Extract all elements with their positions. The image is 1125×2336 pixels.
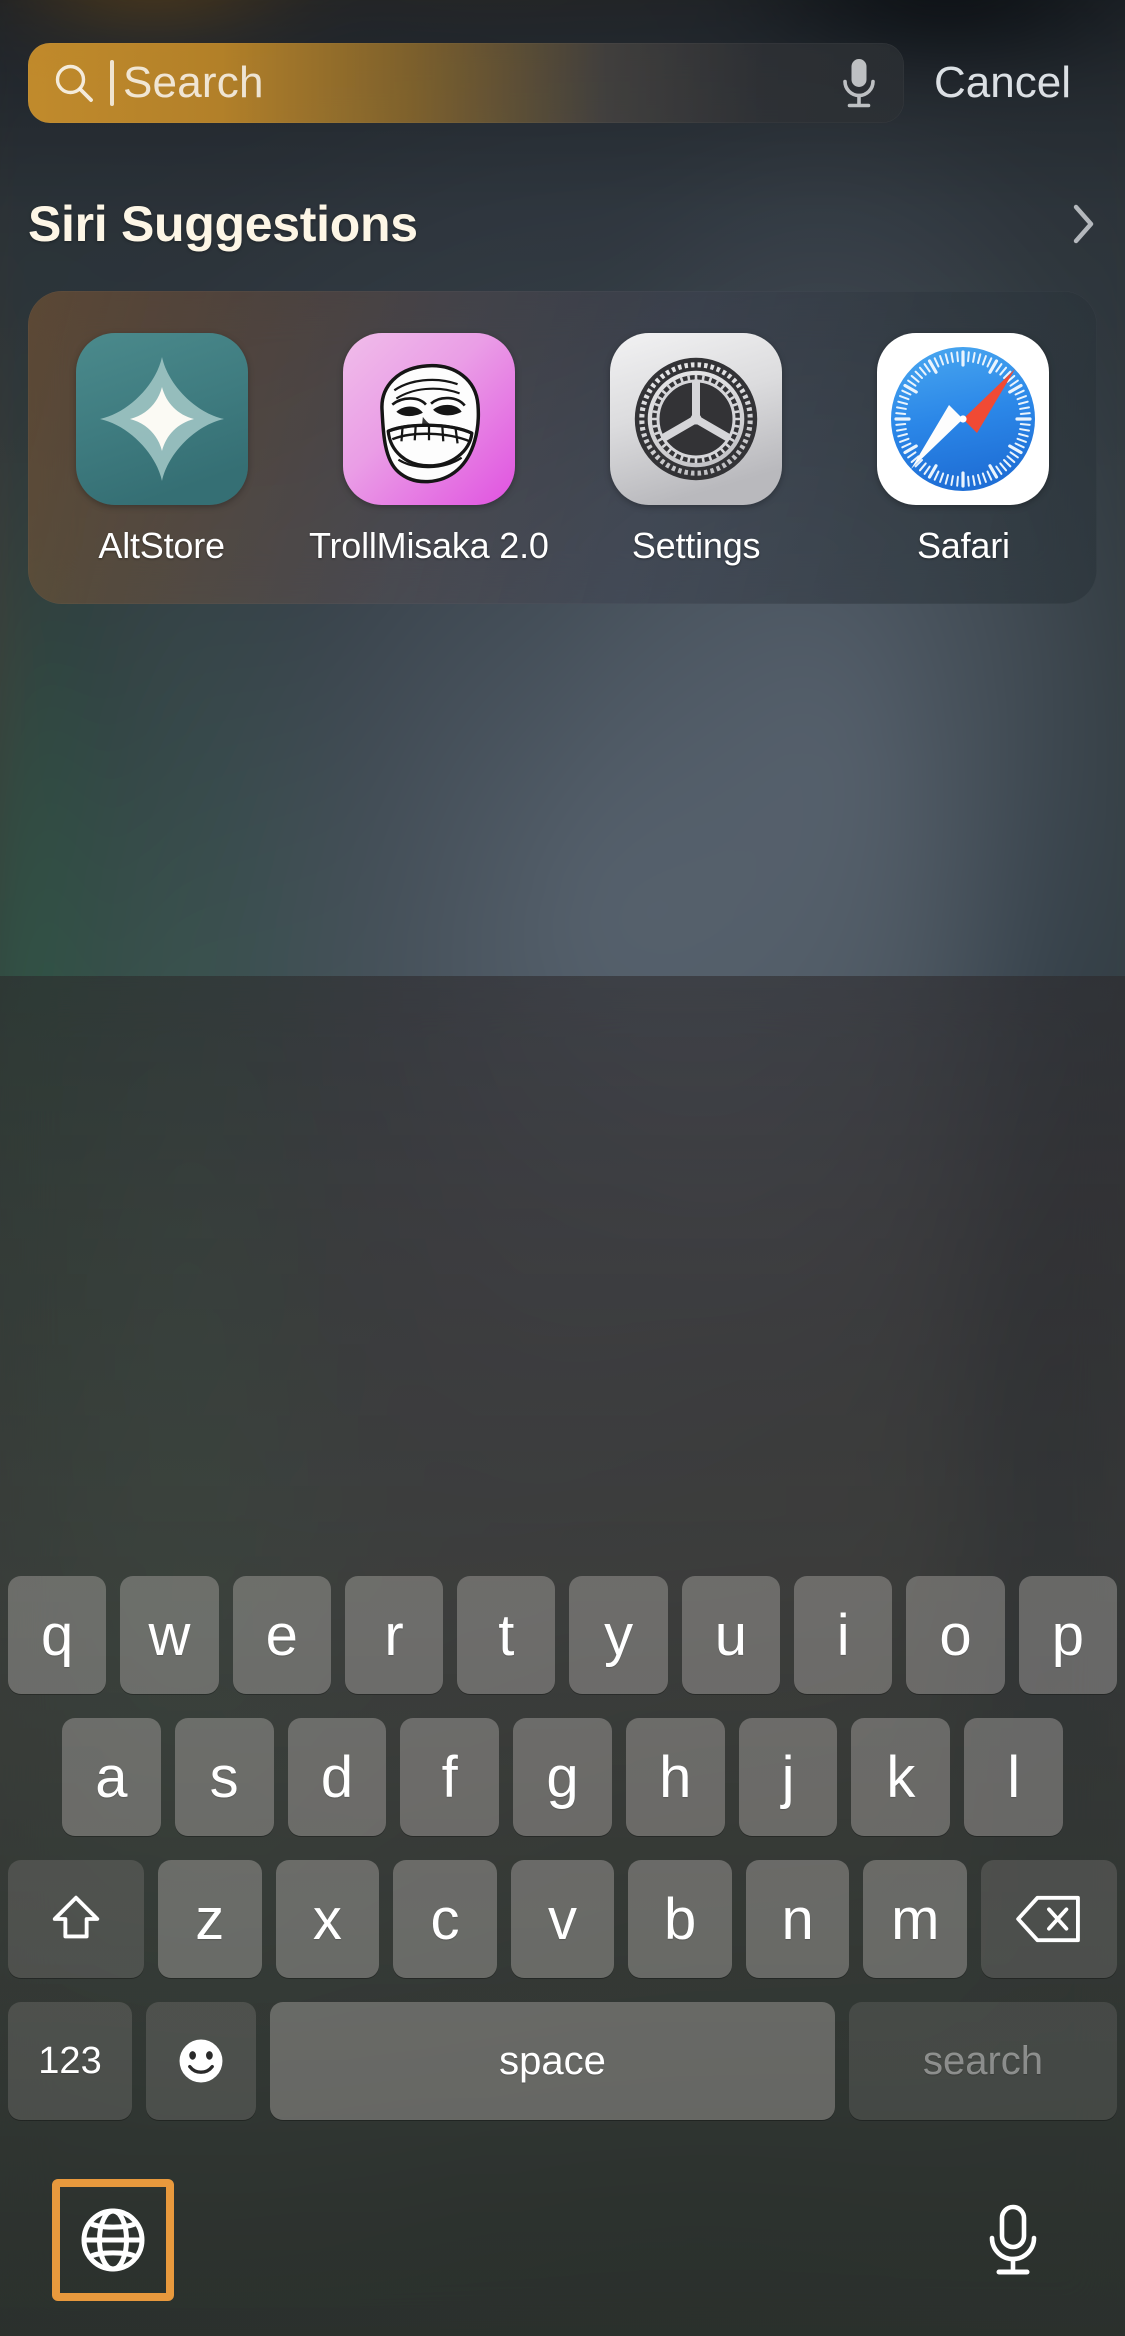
key-w[interactable]: w	[120, 1576, 219, 1694]
spotlight-search-screen: Search Cancel Siri Suggestions AltStore …	[0, 0, 1125, 2336]
key-y[interactable]: y	[569, 1576, 668, 1694]
key-n[interactable]: n	[745, 1860, 850, 1978]
backspace-key[interactable]	[981, 1860, 1117, 1978]
key-s[interactable]: s	[174, 1718, 274, 1836]
key-b[interactable]: b	[628, 1860, 732, 1978]
return-search-key[interactable]: search	[849, 2002, 1117, 2120]
key-x[interactable]: x	[275, 1860, 380, 1978]
backspace-delete-icon	[1016, 1895, 1080, 1943]
space-key[interactable]: space	[270, 2002, 835, 2120]
key-m[interactable]: m	[863, 1860, 968, 1978]
key-i[interactable]: i	[794, 1576, 893, 1694]
text-cursor	[110, 60, 114, 106]
suggestion-app-trollmisaka[interactable]: TrollMisaka 2.0	[295, 333, 562, 567]
app-label: Settings	[631, 525, 761, 566]
key-j[interactable]: j	[738, 1718, 838, 1836]
key-p[interactable]: p	[1018, 1576, 1117, 1694]
microphone-dictation-icon	[989, 2204, 1037, 2275]
altstore-app-icon[interactable]	[75, 333, 248, 505]
key-u[interactable]: u	[681, 1576, 781, 1694]
key-f[interactable]: f	[400, 1718, 500, 1836]
settings-app-icon[interactable]	[610, 333, 783, 505]
suggestion-app-settings[interactable]: Settings	[563, 333, 830, 567]
cancel-button[interactable]: Cancel	[904, 58, 1097, 108]
magnifying-glass-icon	[52, 61, 96, 105]
keyboard-row-3-letters: zxcvbnm	[158, 1860, 968, 1978]
emoji-smiley-icon	[179, 2039, 223, 2083]
app-label: Safari	[916, 525, 1010, 566]
siri-suggestions-card: AltStore TrollMisaka 2.0 Settings Safari	[28, 291, 1097, 604]
search-bar-row: Search Cancel	[0, 40, 1125, 126]
shift-key[interactable]	[8, 1860, 144, 1978]
siri-suggestions-title: Siri Suggestions	[28, 196, 418, 252]
keyboard-row-4: 123 space search	[0, 2002, 1125, 2120]
emoji-key[interactable]	[146, 2002, 256, 2120]
app-label: TrollMisaka 2.0	[309, 525, 549, 566]
keyboard-row-1: qwertyuiop	[0, 1576, 1125, 1694]
safari-app-icon[interactable]	[877, 333, 1050, 505]
globe-language-icon	[81, 2208, 145, 2272]
key-v[interactable]: v	[510, 1860, 615, 1978]
search-placeholder-text: Search	[123, 58, 264, 107]
key-l[interactable]: l	[964, 1718, 1064, 1836]
numbers-key[interactable]: 123	[8, 2002, 132, 2120]
trollmisaka-app-icon[interactable]	[342, 333, 515, 505]
key-z[interactable]: z	[158, 1860, 262, 1978]
search-input[interactable]: Search	[28, 43, 904, 123]
suggestion-app-altstore[interactable]: AltStore	[28, 333, 295, 567]
key-d[interactable]: d	[287, 1718, 387, 1836]
shift-arrow-icon	[52, 1895, 100, 1939]
keyboard-bottom-bar	[0, 2144, 1125, 2336]
key-h[interactable]: h	[625, 1718, 725, 1836]
app-label: AltStore	[98, 525, 225, 566]
siri-suggestions-header[interactable]: Siri Suggestions	[28, 196, 1097, 252]
key-k[interactable]: k	[851, 1718, 951, 1836]
key-o[interactable]: o	[906, 1576, 1005, 1694]
keyboard-row-2: asdfghjkl	[0, 1718, 1125, 1836]
globe-language-key-highlight[interactable]	[52, 2179, 174, 2301]
key-a[interactable]: a	[62, 1718, 161, 1836]
key-t[interactable]: t	[457, 1576, 556, 1694]
key-g[interactable]: g	[513, 1718, 612, 1836]
key-c[interactable]: c	[393, 1860, 497, 1978]
key-q[interactable]: q	[8, 1576, 107, 1694]
dictation-key[interactable]	[953, 2179, 1073, 2301]
chevron-right-icon[interactable]	[1071, 202, 1097, 246]
suggestion-app-safari[interactable]: Safari	[830, 333, 1097, 567]
microphone-icon[interactable]	[836, 56, 882, 110]
onscreen-keyboard: qwertyuiop asdfghjkl zxcvbnm 123 space s…	[0, 976, 1125, 2336]
keyboard-row-3: zxcvbnm	[0, 1860, 1125, 1978]
key-e[interactable]: e	[232, 1576, 331, 1694]
key-r[interactable]: r	[344, 1576, 444, 1694]
